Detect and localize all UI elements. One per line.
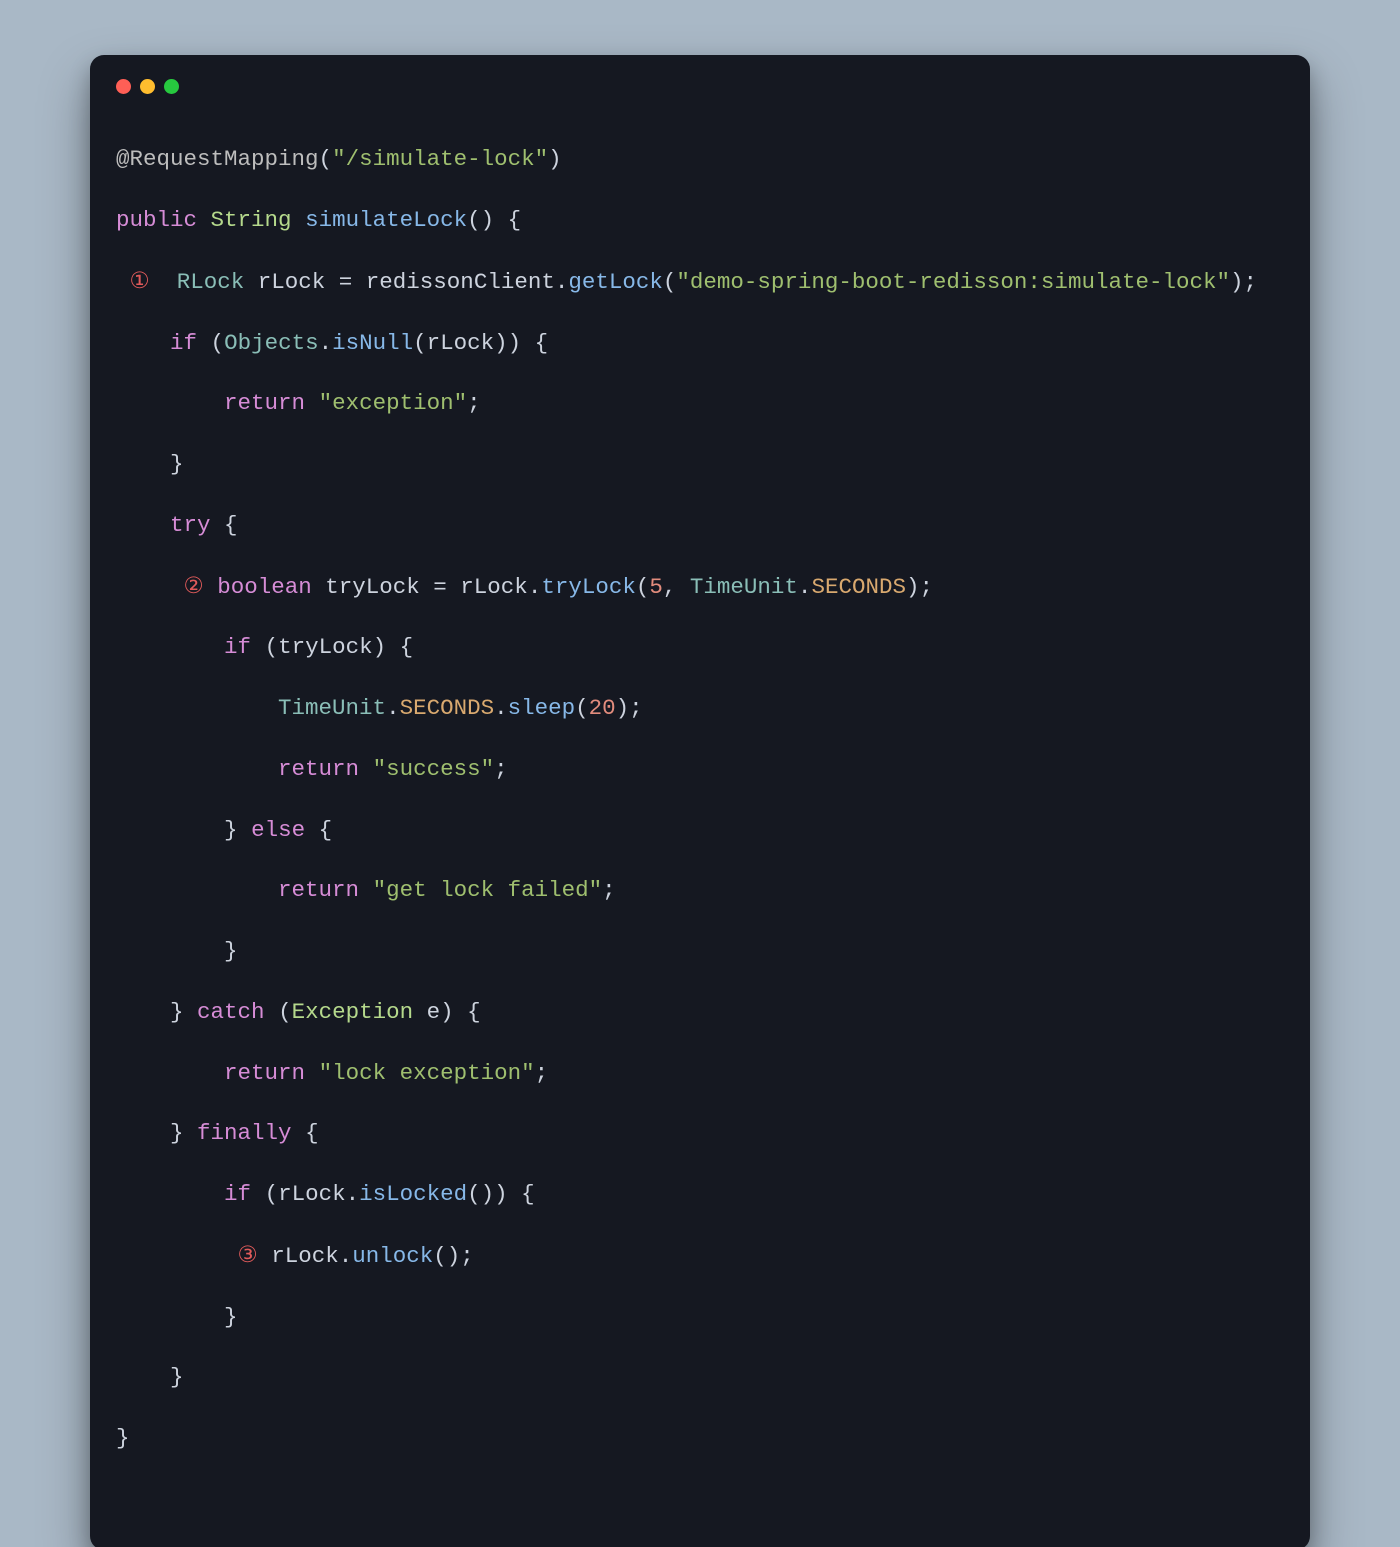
code-line: ② boolean tryLock = rLock.tryLock(5, Tim…	[116, 571, 1284, 602]
code-line: } else {	[116, 815, 1284, 845]
minimize-icon[interactable]	[140, 79, 155, 94]
code-line: return "exception";	[116, 388, 1284, 418]
code-line: }	[116, 449, 1284, 479]
code-line: public String simulateLock() {	[116, 205, 1284, 235]
zoom-icon[interactable]	[164, 79, 179, 94]
code-window: @RequestMapping("/simulate-lock") public…	[90, 55, 1310, 1547]
code-line: return "lock exception";	[116, 1058, 1284, 1088]
code-line: if (rLock.isLocked()) {	[116, 1179, 1284, 1209]
code-line: }	[116, 1362, 1284, 1392]
annotation-marker-2: ②	[184, 573, 204, 598]
code-line: }	[116, 1423, 1284, 1453]
close-icon[interactable]	[116, 79, 131, 94]
code-line: try {	[116, 510, 1284, 540]
code-line: if (tryLock) {	[116, 632, 1284, 662]
annotation-marker-3: ③	[238, 1242, 258, 1267]
code-line: }	[116, 936, 1284, 966]
code-line: TimeUnit.SECONDS.sleep(20);	[116, 693, 1284, 723]
code-line: return "get lock failed";	[116, 875, 1284, 905]
annotation-marker-1: ①	[130, 268, 150, 293]
code-line: }	[116, 1302, 1284, 1332]
code-block: @RequestMapping("/simulate-lock") public…	[90, 114, 1310, 1514]
code-line: return "success";	[116, 754, 1284, 784]
code-line: if (Objects.isNull(rLock)) {	[116, 328, 1284, 358]
code-line: ③ rLock.unlock();	[116, 1240, 1284, 1271]
code-line: ① RLock rLock = redissonClient.getLock("…	[116, 266, 1284, 297]
code-line: } finally {	[116, 1118, 1284, 1148]
code-line: @RequestMapping("/simulate-lock")	[116, 144, 1284, 174]
code-line: } catch (Exception e) {	[116, 997, 1284, 1027]
window-titlebar	[90, 79, 1310, 114]
